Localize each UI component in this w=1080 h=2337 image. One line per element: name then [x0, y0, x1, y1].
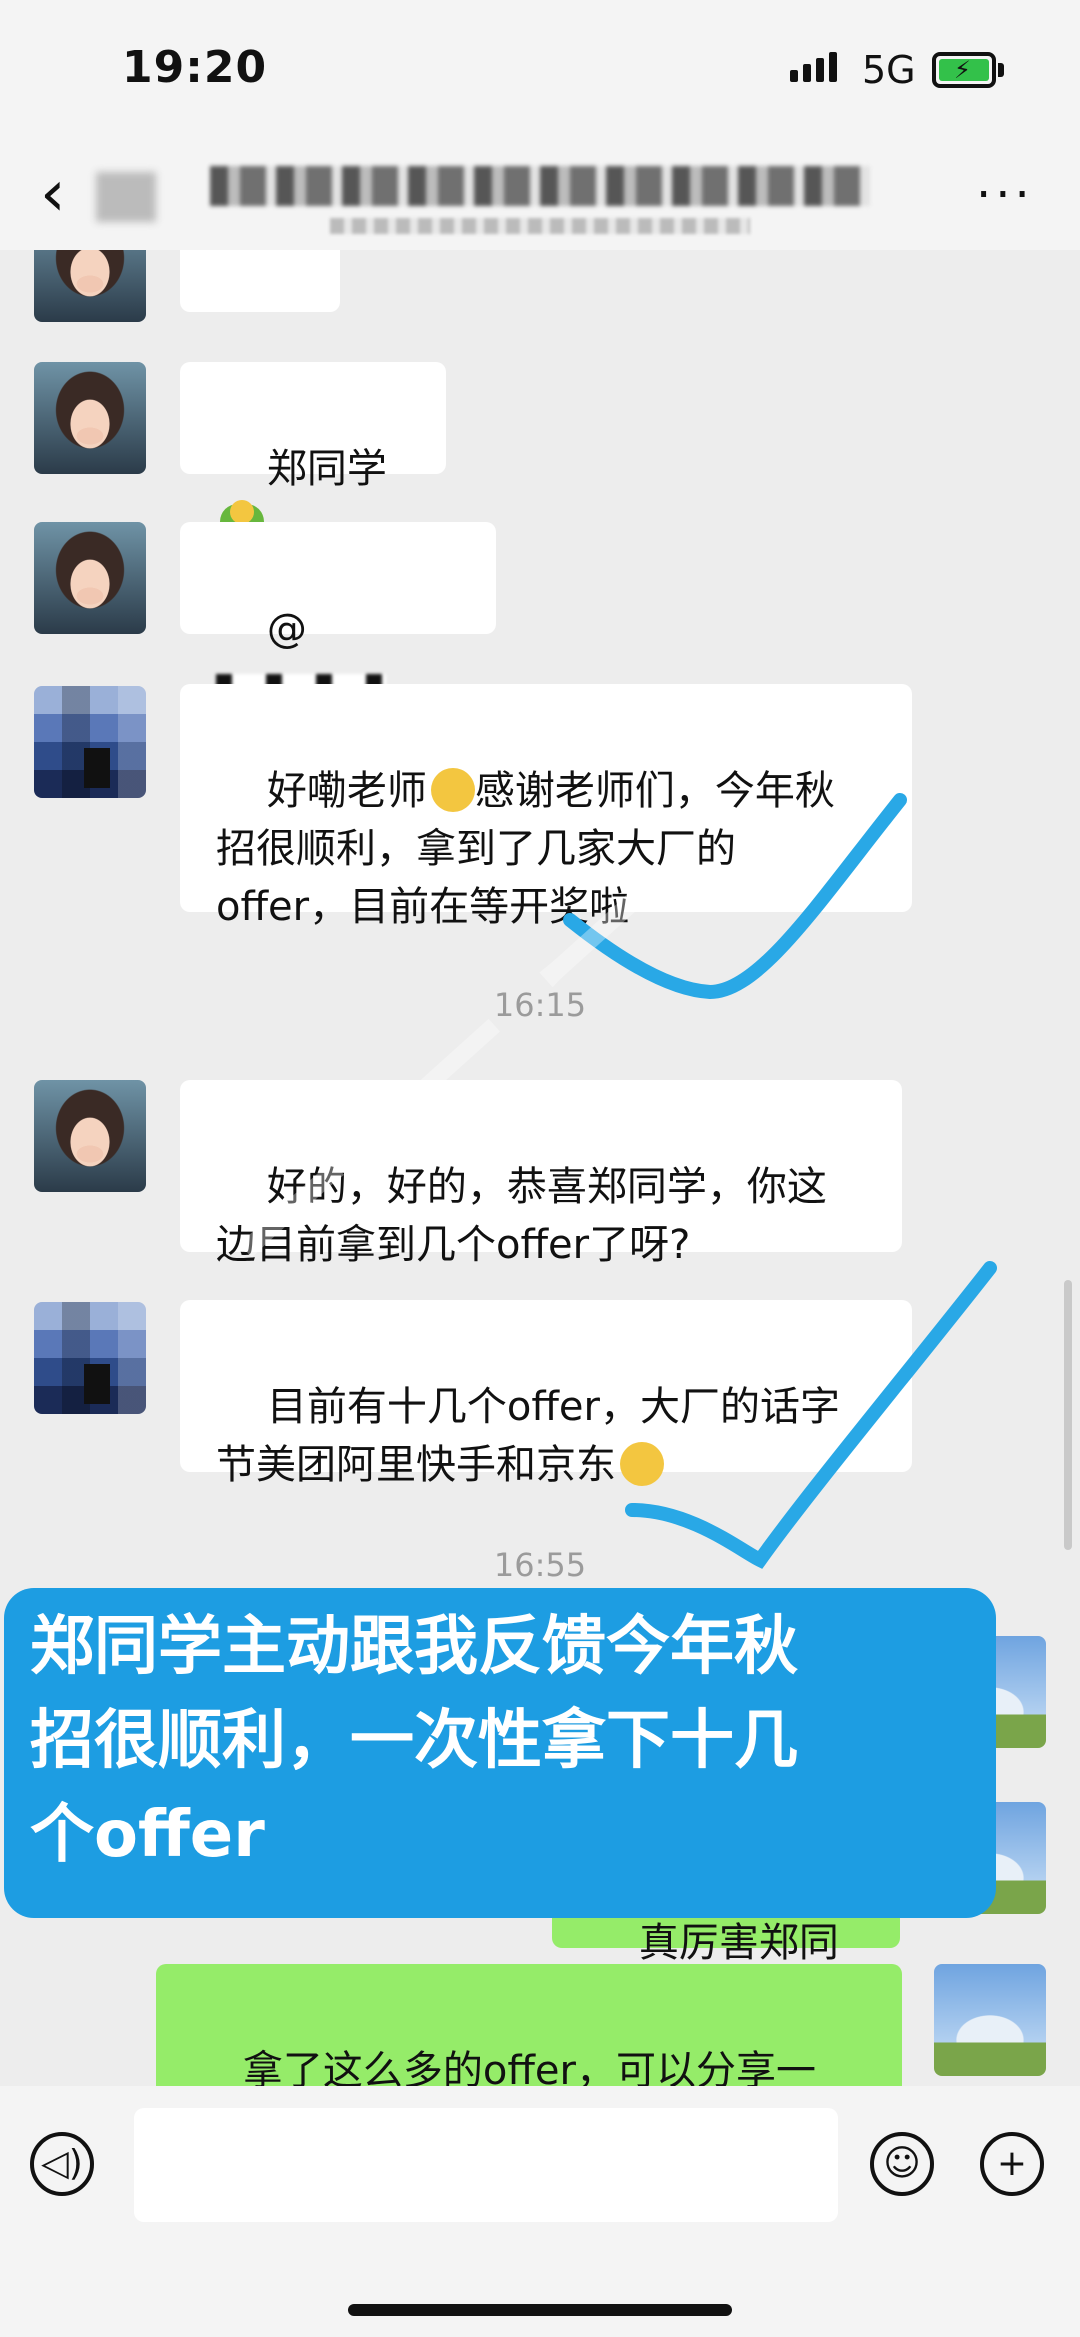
voice-icon[interactable]: ◁)	[30, 2132, 94, 2196]
avatar-me[interactable]	[934, 1964, 1046, 2076]
chevron-left-icon[interactable]: ‹	[40, 162, 66, 226]
message-text: @	[266, 606, 307, 652]
network-type: 5G	[862, 48, 916, 92]
message-bubble[interactable]: @	[180, 522, 496, 704]
chat-subtitle-blurred	[330, 218, 750, 234]
avatar-teacher[interactable]	[34, 250, 146, 322]
plus-icon[interactable]: +	[980, 2132, 1044, 2196]
message-text: 好嘞老师	[266, 768, 427, 814]
battery-cap	[998, 63, 1004, 77]
smiley-icon[interactable]: ☺	[870, 2132, 934, 2196]
more-dots-icon[interactable]: ···	[976, 171, 1034, 219]
chat-header: ‹ ···	[0, 140, 1080, 250]
avatar-teacher[interactable]	[34, 1080, 146, 1192]
status-bar: 19:20 5G ⚡	[0, 0, 1080, 140]
clown-face-emoji	[430, 768, 475, 812]
avatar-teacher[interactable]	[34, 522, 146, 634]
battery-icon: ⚡	[932, 52, 996, 88]
home-indicator	[348, 2304, 732, 2316]
avatar-student-pixelated[interactable]	[34, 686, 146, 798]
message-bubble[interactable]: 郑同学	[180, 362, 446, 548]
chat-title-blurred	[210, 166, 870, 206]
signal-icon	[790, 52, 837, 82]
message-input[interactable]	[134, 2108, 838, 2222]
avatar-teacher[interactable]	[34, 362, 146, 474]
message-bubble[interactable]: 这里	[180, 250, 340, 408]
clock: 19:20	[122, 42, 268, 93]
scrollbar[interactable]	[1064, 1280, 1072, 1550]
checkmark-annotation	[625, 1261, 997, 1569]
header-avatar-blurred	[96, 172, 156, 222]
banner-text: 郑同学主动跟我反馈今年秋 招很顺利，一次性拿下十几 个offer	[30, 1610, 798, 1872]
input-bar: ◁) ☺ +	[0, 2086, 1080, 2337]
avatar-student-pixelated[interactable]	[34, 1302, 146, 1414]
message-text: 拿了这么多的offer，可以分享一 下你面试以及投递简历的技巧吗?	[242, 2048, 816, 2086]
message-text: 郑同学	[266, 446, 387, 492]
message-bubble-me[interactable]: 拿了这么多的offer，可以分享一 下你面试以及投递简历的技巧吗?	[156, 1964, 902, 2086]
